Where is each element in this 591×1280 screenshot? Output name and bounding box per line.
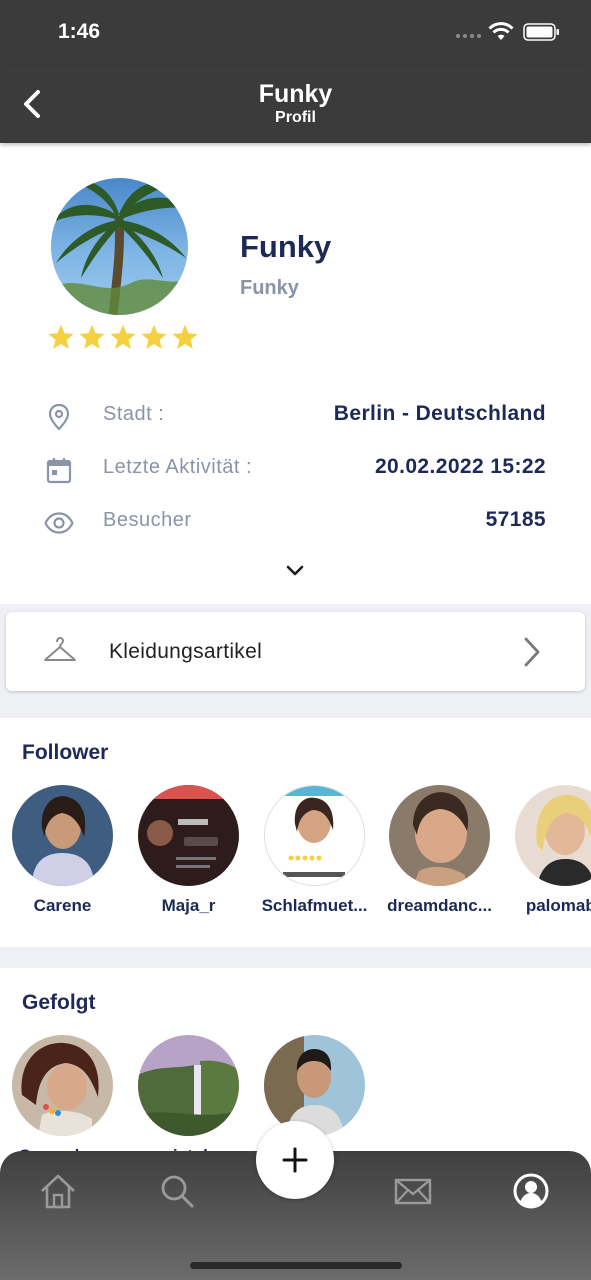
page-subtitle: Profil — [275, 109, 316, 126]
search-icon[interactable] — [157, 1171, 197, 1211]
status-bar: 1:46 — [0, 0, 591, 66]
calendar-icon — [46, 458, 72, 484]
follower-item[interactable]: Maja_r — [126, 785, 251, 916]
avatar — [389, 785, 490, 886]
battery-icon — [523, 23, 559, 41]
follower-name: dreamdanc... — [387, 896, 492, 915]
following-item[interactable]: wistula — [126, 1035, 251, 1166]
profile-name: Funky — [240, 229, 332, 264]
star-icon — [79, 324, 105, 349]
profile-icon[interactable] — [511, 1171, 551, 1211]
last-activity-label: Letzte Aktivität : — [103, 456, 253, 478]
star-icon — [110, 324, 136, 349]
follower-item[interactable]: Schlafmuet... — [252, 785, 377, 916]
avatar — [12, 785, 113, 886]
info-row-last-activity: Letzte Aktivität : 20.02.2022 15:22 — [0, 449, 591, 489]
last-activity-value: 20.02.2022 15:22 — [374, 455, 546, 478]
home-indicator — [190, 1262, 402, 1269]
follower-item[interactable]: palomabe — [503, 785, 591, 916]
star-icon — [141, 324, 167, 349]
follower-name: Maja_r — [161, 896, 216, 915]
section-divider — [0, 947, 591, 968]
follower-item[interactable]: Carene — [0, 785, 125, 916]
info-row-visitors: Besucher 57185 — [0, 502, 591, 542]
wifi-icon — [488, 22, 514, 40]
signal-icon — [456, 34, 481, 38]
followers-list: Carene Maja_r Schlafmuet... dreamdanc...… — [0, 785, 591, 925]
avatar — [264, 1035, 365, 1136]
hanger-icon — [44, 636, 76, 661]
palm-tree-image — [51, 179, 188, 315]
follower-name: Schlafmuet... — [261, 896, 368, 915]
star-icon — [172, 324, 198, 349]
follower-name: palomabe — [525, 896, 591, 915]
star-icon — [48, 324, 74, 349]
mail-icon[interactable] — [393, 1171, 433, 1211]
home-icon[interactable] — [38, 1171, 78, 1211]
visitors-label: Besucher — [103, 509, 192, 531]
avatar — [138, 785, 239, 886]
clothing-items-button[interactable]: Kleidungsartikel — [6, 612, 585, 691]
following-item[interactable]: Sunny.lazz — [0, 1035, 125, 1166]
profile-avatar[interactable] — [51, 178, 188, 315]
avatar — [138, 1035, 239, 1136]
eye-icon — [44, 512, 74, 534]
rating-stars — [47, 323, 199, 351]
visitors-value: 57185 — [485, 508, 546, 531]
city-label: Stadt : — [103, 403, 165, 425]
profile-username: Funky — [240, 277, 299, 299]
header: Funky Profil — [0, 66, 591, 143]
following-title: Gefolgt — [22, 991, 96, 1014]
add-button[interactable] — [256, 1121, 334, 1199]
location-pin-icon — [48, 403, 70, 431]
status-time: 1:46 — [58, 20, 101, 43]
city-value: Berlin - Deutschland — [333, 402, 546, 425]
page-title: Funky — [258, 80, 333, 108]
chevron-right-icon — [524, 637, 540, 667]
info-row-city: Stadt : Berlin - Deutschland — [0, 396, 591, 436]
followers-title: Follower — [22, 741, 109, 764]
clothing-items-label: Kleidungsartikel — [109, 640, 263, 663]
follower-name: Carene — [33, 896, 92, 915]
follower-item[interactable]: dreamdanc... — [377, 785, 502, 916]
avatar — [12, 1035, 113, 1136]
add-icon — [282, 1147, 308, 1173]
avatar — [264, 785, 365, 886]
chevron-down-icon[interactable] — [284, 563, 306, 579]
avatar — [515, 785, 591, 886]
